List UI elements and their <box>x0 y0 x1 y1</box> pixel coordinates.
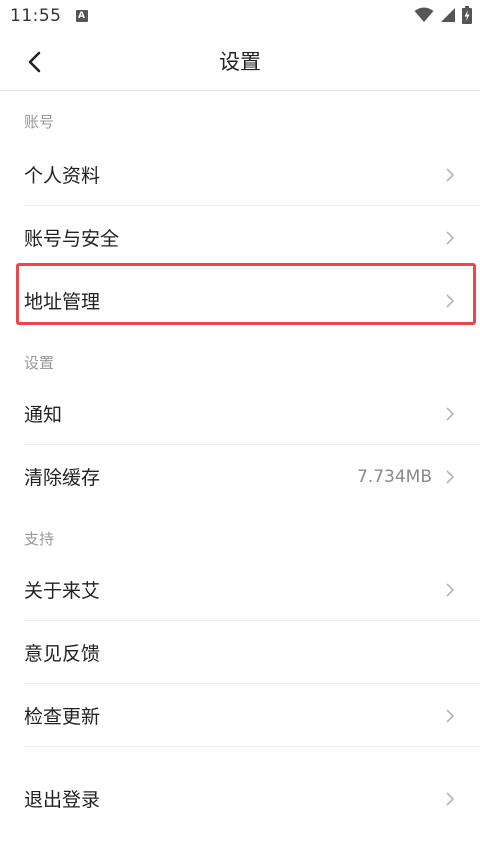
chevron-right-icon <box>444 582 456 598</box>
row-profile[interactable]: 个人资料 <box>0 143 480 206</box>
chevron-right-icon <box>444 791 456 807</box>
row-label: 检查更新 <box>24 706 101 728</box>
section-header-settings: 设置 <box>24 354 55 372</box>
row-label: 意见反馈 <box>24 643 101 665</box>
back-arrow-icon <box>28 51 41 73</box>
cache-size-value: 7.734MB <box>357 466 432 487</box>
row-logout[interactable]: 退出登录 <box>0 767 480 830</box>
row-account-security[interactable]: 账号与安全 <box>0 206 480 269</box>
notification-a-icon: A <box>75 10 88 22</box>
nav-bar: 设置 <box>0 32 480 91</box>
wifi-icon <box>414 7 434 22</box>
row-label: 退出登录 <box>24 789 101 811</box>
row-label: 关于来艾 <box>24 580 101 602</box>
row-label: 清除缓存 <box>24 467 101 489</box>
row-clear-cache[interactable]: 清除缓存 7.734MB <box>0 445 480 508</box>
chevron-right-icon <box>444 708 456 724</box>
chevron-right-icon <box>444 469 456 485</box>
battery-icon <box>462 6 472 24</box>
chevron-right-icon <box>444 293 456 309</box>
back-button[interactable] <box>16 44 52 80</box>
section-header-support: 支持 <box>24 530 55 548</box>
row-check-update[interactable]: 检查更新 <box>0 684 480 747</box>
row-label: 通知 <box>24 404 63 426</box>
row-label: 地址管理 <box>24 291 101 313</box>
row-about[interactable]: 关于来艾 <box>0 558 480 621</box>
status-bar: 11:55 A <box>0 0 480 32</box>
row-label: 账号与安全 <box>24 228 120 250</box>
signal-icon <box>441 8 455 22</box>
status-time: 11:55 <box>10 6 62 26</box>
chevron-right-icon <box>444 406 456 422</box>
divider <box>24 746 480 747</box>
chevron-right-icon <box>444 167 456 183</box>
page-title: 设置 <box>219 50 261 74</box>
row-notifications[interactable]: 通知 <box>0 382 480 445</box>
status-icons <box>414 6 472 24</box>
chevron-right-icon <box>444 230 456 246</box>
section-header-account: 账号 <box>24 113 55 131</box>
row-address-management[interactable]: 地址管理 <box>0 269 480 332</box>
row-feedback[interactable]: 意见反馈 <box>0 621 480 684</box>
row-label: 个人资料 <box>24 165 101 187</box>
